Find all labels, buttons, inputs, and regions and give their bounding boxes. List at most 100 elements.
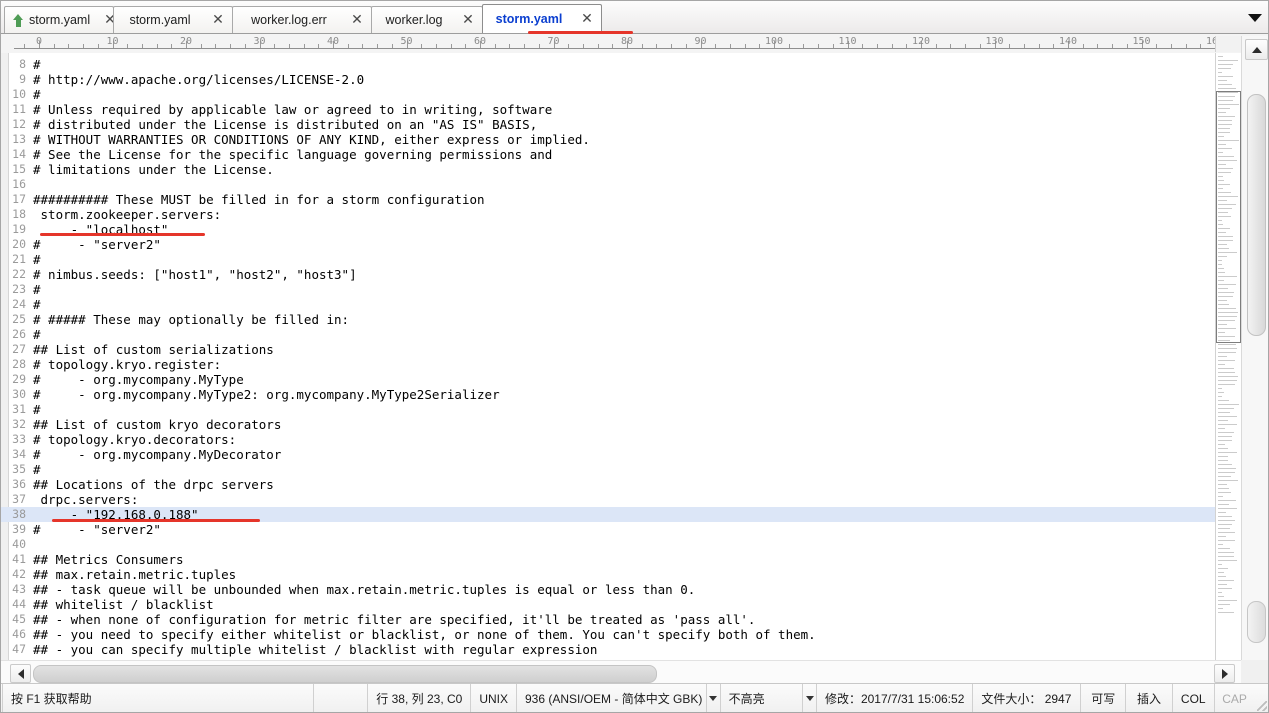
close-icon[interactable]: ✕ — [579, 11, 595, 27]
chevron-down-icon[interactable] — [1247, 9, 1263, 25]
status-encoding[interactable]: 936 (ANSI/OEM - 简体中文 GBK) — [517, 684, 707, 713]
code-line[interactable]: 41 ## Metrics Consumers — [0, 552, 1269, 567]
code-line[interactable]: 43 ## - task queue will be unbounded when… — [0, 582, 1269, 597]
encoding-caret-down-icon[interactable] — [707, 684, 721, 713]
code-line[interactable]: 14 # See the License for the specific lan… — [0, 147, 1269, 162]
horizontal-scrollbar-thumb[interactable] — [33, 665, 657, 683]
status-writable[interactable]: 可写 — [1081, 684, 1126, 713]
document-map-line — [1218, 556, 1234, 557]
ruler-label: 30 — [253, 36, 265, 47]
code-line[interactable]: 28 # topology.kryo.register: — [0, 357, 1269, 372]
code-line[interactable]: 20 # - "server2" — [0, 237, 1269, 252]
document-map-line — [1218, 544, 1223, 545]
code-line[interactable]: 32 ## List of custom kryo decorators — [0, 417, 1269, 432]
code-line[interactable]: 44 ## whitelist / blacklist — [0, 597, 1269, 612]
code-line[interactable]: 35 # — [0, 462, 1269, 477]
status-column-mode[interactable]: COL — [1173, 684, 1215, 713]
vertical-scrollbar-thumb[interactable] — [1247, 94, 1266, 336]
scroll-right-button[interactable] — [1214, 664, 1235, 683]
ruler-tick-minor — [304, 44, 305, 48]
ruler-tick-minor — [171, 44, 172, 48]
code-line[interactable]: 17 ########## These MUST be filled in for… — [0, 192, 1269, 207]
code-line[interactable]: 24 # — [0, 297, 1269, 312]
ruler-tick-minor — [906, 44, 907, 48]
horizontal-ruler: 0102030405060708090100110120130140150160 — [0, 34, 1269, 54]
ruler-tick-minor — [68, 44, 69, 48]
code-lines[interactable]: 8 #9 # http://www.apache.org/licenses/LICE… — [0, 57, 1269, 657]
document-map-line — [1218, 344, 1236, 345]
code-line[interactable]: 18 storm.zookeeper.servers: — [0, 207, 1269, 222]
line-number: 22 — [0, 267, 26, 282]
vertical-scrollbar[interactable] — [1241, 36, 1269, 660]
code-line[interactable]: 27 ## List of custom serializations — [0, 342, 1269, 357]
line-text: ## whitelist / blacklist — [33, 597, 214, 612]
vertical-scrollbar-thumb-secondary[interactable] — [1247, 601, 1266, 643]
line-number: 30 — [0, 387, 26, 402]
code-line[interactable]: 12 # distributed under the License is dis… — [0, 117, 1269, 132]
code-line[interactable]: 40 — [0, 537, 1269, 552]
line-text: # topology.kryo.register: — [33, 357, 221, 372]
resize-grip-icon[interactable] — [1255, 684, 1269, 713]
document-map-line — [1218, 504, 1229, 505]
horizontal-scrollbar[interactable] — [0, 660, 1241, 683]
line-text: ## Metrics Consumers — [33, 552, 184, 567]
code-line[interactable]: 47 ## - you can specify multiple whitelis… — [0, 642, 1269, 657]
document-map-line — [1218, 596, 1224, 597]
ruler-tick-minor — [745, 44, 746, 48]
code-line[interactable]: 22 # nimbus.seeds: ["host1", "host2", "ho… — [0, 267, 1269, 282]
close-icon[interactable]: ✕ — [460, 12, 476, 28]
line-text: ## - you need to specify either whitelis… — [33, 627, 816, 642]
green-up-arrow-icon — [13, 14, 24, 27]
tab-label: worker.log.err — [241, 13, 345, 27]
document-map[interactable] — [1215, 53, 1241, 660]
code-line[interactable]: 30 # - org.mycompany.MyType2: org.mycompa… — [0, 387, 1269, 402]
status-eol-format[interactable]: UNIX — [471, 684, 517, 713]
ruler-tick-minor — [524, 44, 525, 48]
line-number: 37 — [0, 492, 26, 507]
code-line[interactable]: 9 # http://www.apache.org/licenses/LICENS… — [0, 72, 1269, 87]
tab-0[interactable]: storm.yaml ✕ — [4, 6, 114, 33]
document-map-line — [1218, 372, 1235, 373]
close-icon[interactable]: ✕ — [349, 12, 365, 28]
tab-2[interactable]: worker.log.err ✕ — [232, 6, 372, 33]
code-line[interactable]: 29 # - org.mycompany.MyType — [0, 372, 1269, 387]
status-caret-position[interactable]: 行 38, 列 23, C0 — [368, 684, 471, 713]
ruler-label: 60 — [474, 36, 486, 47]
line-text: ########## These MUST be filled in for a… — [33, 192, 485, 207]
tab-label: storm.yaml — [122, 13, 206, 27]
code-line[interactable]: 23 # — [0, 282, 1269, 297]
tab-1[interactable]: storm.yaml ✕ — [113, 6, 233, 33]
tab-4[interactable]: storm.yaml ✕ — [482, 4, 602, 33]
status-syntax-highlight[interactable]: 不高亮 — [721, 684, 804, 713]
line-number: 24 — [0, 297, 26, 312]
code-line[interactable]: 25 # ##### These may optionally be filled… — [0, 312, 1269, 327]
code-line[interactable]: 42 ## max.retain.metric.tuples — [0, 567, 1269, 582]
code-line[interactable]: 46 ## - you need to specify either whitel… — [0, 627, 1269, 642]
code-line[interactable]: 33 # topology.kryo.decorators: — [0, 432, 1269, 447]
code-line[interactable]: 21 # — [0, 252, 1269, 267]
code-line[interactable]: 15 # limitations under the License. — [0, 162, 1269, 177]
status-insert-mode[interactable]: 插入 — [1126, 684, 1173, 713]
code-line[interactable]: 8 # — [0, 57, 1269, 72]
code-line[interactable]: 11 # Unless required by applicable law or… — [0, 102, 1269, 117]
ruler-tick-minor — [892, 44, 893, 48]
scroll-left-button[interactable] — [10, 664, 31, 683]
ruler-tick-minor — [201, 44, 202, 48]
code-line[interactable]: 10 # — [0, 87, 1269, 102]
code-line[interactable]: 39 # - "server2" — [0, 522, 1269, 537]
tab-3[interactable]: worker.log ✕ — [371, 6, 483, 33]
close-icon[interactable]: ✕ — [210, 12, 226, 28]
code-line[interactable]: 36 ## Locations of the drpc servers — [0, 477, 1269, 492]
code-line[interactable]: 34 # - org.mycompany.MyDecorator — [0, 447, 1269, 462]
document-map-viewport[interactable] — [1216, 91, 1241, 343]
code-line[interactable]: 16 — [0, 177, 1269, 192]
code-line[interactable]: 45 ## - when none of configuration for me… — [0, 612, 1269, 627]
code-line[interactable]: 13 # WITHOUT WARRANTIES OR CONDITIONS OF … — [0, 132, 1269, 147]
code-line[interactable]: 37 drpc.servers: — [0, 492, 1269, 507]
highlight-caret-down-icon[interactable] — [803, 684, 817, 713]
code-line[interactable]: 26 # — [0, 327, 1269, 342]
scroll-up-button[interactable] — [1245, 39, 1268, 60]
document-map-line — [1218, 468, 1236, 469]
code-line[interactable]: 31 # — [0, 402, 1269, 417]
text-area[interactable]: 8 #9 # http://www.apache.org/licenses/LICE… — [0, 53, 1269, 660]
